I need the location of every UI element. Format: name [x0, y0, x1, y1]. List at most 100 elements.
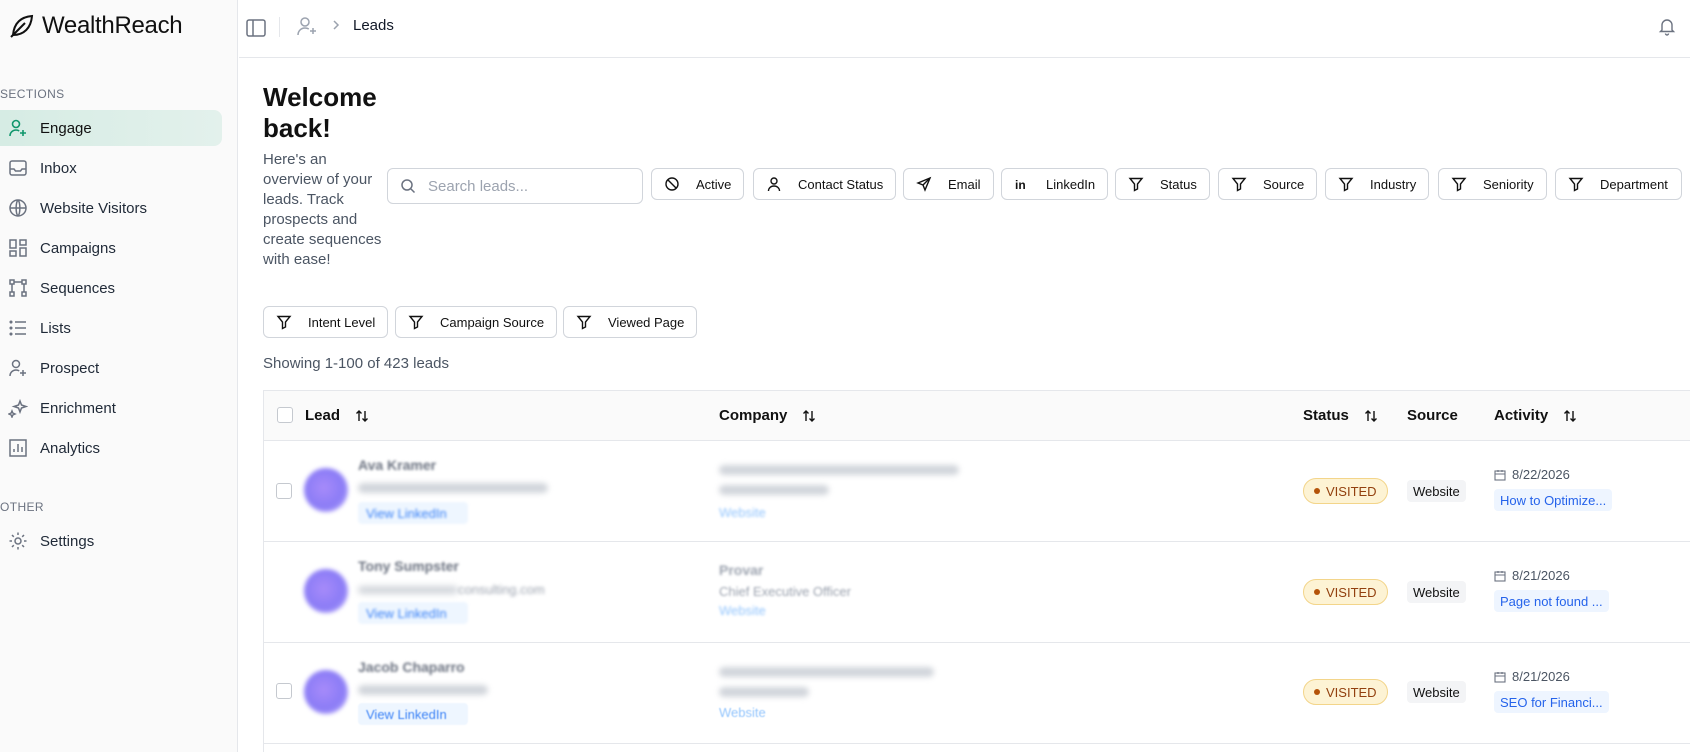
- calendar-icon: [1494, 671, 1506, 683]
- app-logo[interactable]: WealthReach: [8, 12, 183, 40]
- sidebar-toggle-icon[interactable]: [244, 16, 268, 40]
- activity-page-link[interactable]: SEO for Financi...: [1494, 691, 1609, 713]
- sort-icon: [356, 409, 369, 422]
- sidebar-item-lists[interactable]: Lists: [0, 310, 222, 346]
- linkedin-link[interactable]: View LinkedIn: [358, 703, 468, 725]
- filter-icon: [1338, 177, 1354, 192]
- calendar-icon: [1494, 570, 1506, 582]
- activity-date-text: 8/21/2026: [1512, 669, 1570, 684]
- company-title: Chief Executive Officer: [719, 584, 851, 599]
- other-label: OTHER: [0, 500, 44, 514]
- sidebar-item-campaigns[interactable]: Campaigns: [0, 230, 222, 266]
- lead-email-redacted: [358, 483, 548, 493]
- sort-icon: [1564, 409, 1577, 422]
- table-row[interactable]: Tony Sumpster consulting.com View Linked…: [264, 542, 1690, 643]
- sidebar-item-enrichment[interactable]: Enrichment: [0, 390, 222, 426]
- user-plus-icon[interactable]: [295, 14, 319, 38]
- filter-label: Source: [1263, 176, 1305, 192]
- activity-date-text: 8/22/2026: [1512, 467, 1570, 482]
- column-status[interactable]: Status: [1303, 407, 1379, 424]
- filter-label: Active: [696, 176, 732, 192]
- sparkles-icon: [8, 398, 28, 418]
- filter-label: Industry: [1370, 176, 1417, 192]
- row-checkbox[interactable]: [276, 683, 292, 699]
- table-row[interactable]: Ava Kramer View LinkedIn Website VISITED…: [264, 441, 1690, 542]
- filter-icon: [576, 315, 592, 330]
- filter-label: Status: [1160, 176, 1197, 192]
- filter-status[interactable]: Status: [1115, 168, 1210, 200]
- page-subtitle: Here's an overview of your leads. Track …: [263, 151, 382, 268]
- linkedin-link-label: View LinkedIn: [366, 505, 447, 521]
- filter-linkedin[interactable]: in LinkedIn: [1001, 168, 1109, 200]
- activity-date: 8/21/2026: [1494, 669, 1570, 684]
- website-link[interactable]: Website: [719, 705, 766, 720]
- source-badge: Website: [1407, 681, 1466, 703]
- website-link[interactable]: Website: [719, 505, 766, 520]
- sidebar-item-inbox[interactable]: Inbox: [0, 150, 222, 186]
- activity-page-link[interactable]: How to Optimize...: [1494, 489, 1613, 511]
- sidebar-item-sequences[interactable]: Sequences: [0, 270, 222, 306]
- column-activity[interactable]: Activity: [1494, 407, 1578, 424]
- column-source: Source: [1407, 407, 1458, 424]
- send-icon: [916, 176, 932, 192]
- select-all-checkbox[interactable]: [277, 407, 293, 423]
- filter-campaign-source[interactable]: Campaign Source: [395, 306, 558, 338]
- email-redacted: [358, 586, 458, 594]
- row-checkbox[interactable]: [276, 483, 292, 499]
- grid-icon: [9, 239, 27, 257]
- linkedin-link-label: View LinkedIn: [366, 605, 447, 621]
- lead-name[interactable]: Ava Kramer: [358, 457, 436, 473]
- sort-icon: [803, 409, 816, 422]
- sequence-icon: [9, 279, 27, 297]
- filter-contact-status[interactable]: Contact Status: [753, 168, 897, 200]
- bell-icon[interactable]: [1657, 16, 1677, 36]
- sidebar-item-settings[interactable]: Settings: [0, 523, 222, 559]
- search-box[interactable]: [387, 168, 643, 204]
- website-link-label: Website: [719, 505, 766, 520]
- calendar-icon: [1494, 469, 1506, 481]
- search-input[interactable]: [428, 177, 628, 195]
- filter-icon: [276, 315, 292, 330]
- filter-label: Department: [1600, 176, 1668, 192]
- leaf-logo-icon: [10, 14, 34, 38]
- lead-name[interactable]: Tony Sumpster: [358, 558, 459, 574]
- lead-email-redacted: [358, 685, 488, 695]
- table-row[interactable]: Jacob Chaparro View LinkedIn Website VIS…: [264, 643, 1690, 744]
- filter-department[interactable]: Department: [1555, 168, 1682, 200]
- avatar: [304, 670, 348, 714]
- filter-intent-level[interactable]: Intent Level: [263, 306, 389, 338]
- filter-icon: [1231, 177, 1247, 192]
- filter-icon: [1451, 177, 1467, 192]
- sidebar-item-label: Settings: [40, 532, 95, 550]
- filter-industry[interactable]: Industry: [1325, 168, 1430, 200]
- filter-label: Campaign Source: [440, 314, 545, 330]
- avatar: [304, 468, 348, 512]
- website-link-label: Website: [719, 705, 766, 720]
- status-label: VISITED: [1326, 483, 1377, 499]
- lead-name[interactable]: Jacob Chaparro: [358, 659, 465, 675]
- column-company[interactable]: Company: [719, 407, 817, 424]
- lead-email: consulting.com: [358, 582, 545, 597]
- column-lead[interactable]: Lead: [305, 407, 370, 424]
- sidebar-item-analytics[interactable]: Analytics: [0, 430, 222, 466]
- company-title-redacted: [719, 485, 829, 495]
- column-label: Lead: [305, 407, 341, 424]
- linkedin-link[interactable]: View LinkedIn: [358, 502, 468, 524]
- company-name[interactable]: Provar: [719, 562, 763, 578]
- sidebar-item-website-visitors[interactable]: Website Visitors: [0, 190, 222, 226]
- sidebar-item-prospect[interactable]: Prospect: [0, 350, 222, 386]
- filter-source[interactable]: Source: [1218, 168, 1318, 200]
- activity-page-link[interactable]: Page not found ...: [1494, 590, 1609, 612]
- sidebar-item-label: Analytics: [40, 439, 101, 457]
- filter-email[interactable]: Email: [903, 168, 994, 200]
- website-link[interactable]: Website: [719, 603, 766, 618]
- filter-active[interactable]: Active: [651, 168, 745, 200]
- filter-seniority[interactable]: Seniority: [1438, 168, 1547, 200]
- sidebar-item-label: Sequences: [40, 279, 116, 297]
- filter-icon: [408, 315, 424, 330]
- filter-viewed-page[interactable]: Viewed Page: [563, 306, 698, 338]
- filter-label: Seniority: [1483, 176, 1534, 192]
- linkedin-link[interactable]: View LinkedIn: [358, 602, 468, 624]
- sidebar-item-engage[interactable]: Engage: [0, 110, 222, 146]
- top-bar: Leads: [239, 0, 1690, 58]
